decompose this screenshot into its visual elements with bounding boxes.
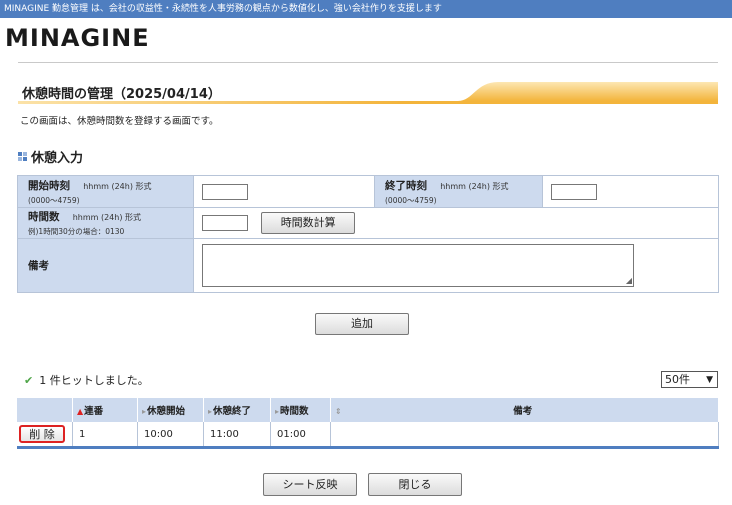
- section-title-text: 休憩入力: [31, 151, 84, 166]
- sort-icon: ▸: [275, 407, 280, 416]
- sort-icon: ▸: [142, 407, 147, 416]
- hours-example: 例)1時間30分の場合：0130: [28, 227, 125, 236]
- sort-icon: ⇕: [335, 407, 342, 416]
- resize-handle-icon[interactable]: ◢: [626, 277, 632, 285]
- start-time-range: (0000～4759): [28, 195, 80, 205]
- minagine-logo: MINAGINE: [5, 24, 150, 52]
- start-time-input[interactable]: [202, 183, 248, 200]
- result-count-text: 1 件ヒットしました。: [39, 374, 149, 387]
- header-end[interactable]: ▸休憩終了: [203, 398, 271, 422]
- per-page-value: 50件: [665, 373, 690, 386]
- start-time-label: 開始時刻: [28, 179, 70, 192]
- start-time-input-cell: [193, 175, 375, 208]
- table-row: 削 除 1 10:00 11:00 01:00: [17, 422, 719, 448]
- header-note[interactable]: ⇕ 備考: [330, 398, 719, 422]
- hours-format: hhmm (24h) 形式: [72, 213, 141, 222]
- per-page-select[interactable]: 50件 ▼: [661, 371, 718, 388]
- header-start[interactable]: ▸休憩開始: [137, 398, 204, 422]
- hours-input[interactable]: [202, 215, 248, 231]
- page-title-bar: 休憩時間の管理（2025/04/14）: [18, 80, 718, 106]
- break-input-form: 開始時刻 hhmm (24h) 形式 (0000～4759) 終了時刻 hhmm…: [17, 175, 719, 293]
- chevron-down-icon: ▼: [706, 375, 713, 385]
- end-time-label-cell: 終了時刻 hhmm (24h) 形式 (0000～4759): [374, 175, 543, 208]
- close-button[interactable]: 閉じる: [368, 473, 462, 496]
- header-blank: [17, 398, 73, 422]
- sort-icon: ▲: [77, 407, 84, 416]
- end-time-input-cell: [542, 175, 719, 208]
- break-list-table: ▲連番 ▸休憩開始 ▸休憩終了 ▸時間数 ⇕ 備考 削 除 1 10:00 11:…: [17, 398, 719, 449]
- sort-icon: ▸: [208, 407, 213, 416]
- header-seq-label: 連番: [84, 406, 104, 417]
- end-time-format: hhmm (24h) 形式: [440, 181, 509, 191]
- end-time-range: (0000～4759): [385, 195, 437, 205]
- sheet-reflect-button[interactable]: シート反映: [263, 473, 357, 496]
- end-cell: 11:00: [203, 422, 271, 448]
- header-seq[interactable]: ▲連番: [72, 398, 138, 422]
- header-divider: [18, 62, 718, 63]
- note-textarea[interactable]: ◢: [202, 244, 634, 287]
- end-time-input[interactable]: [551, 183, 597, 200]
- table-header-row: ▲連番 ▸休憩開始 ▸休憩終了 ▸時間数 ⇕ 備考: [17, 398, 719, 422]
- note-input-cell: ◢: [193, 238, 719, 293]
- hours-label-cell: 時間数 hhmm (24h) 形式 例)1時間30分の場合：0130: [17, 207, 194, 239]
- header-hours-label: 時間数: [280, 406, 309, 417]
- calc-hours-button[interactable]: 時間数計算: [261, 212, 356, 234]
- hours-label: 時間数: [28, 211, 60, 223]
- header-hours[interactable]: ▸時間数: [270, 398, 331, 422]
- start-time-label-cell: 開始時刻 hhmm (24h) 形式 (0000～4759): [17, 175, 194, 208]
- delete-button[interactable]: 削 除: [19, 425, 65, 443]
- header-start-label: 休憩開始: [147, 406, 186, 417]
- hours-cell: 01:00: [270, 422, 331, 448]
- start-time-format: hhmm (24h) 形式: [83, 181, 152, 191]
- page-title: 休憩時間の管理（2025/04/14）: [22, 87, 221, 102]
- header-note-label: 備考: [513, 406, 533, 417]
- note-label-cell: 備考: [17, 238, 194, 293]
- start-cell: 10:00: [137, 422, 204, 448]
- note-label: 備考: [28, 260, 49, 272]
- hours-input-cell: 時間数計算: [193, 207, 719, 239]
- delete-cell: 削 除: [17, 422, 73, 448]
- section-title: 休憩入力: [18, 147, 83, 166]
- grid-icon: [18, 152, 28, 162]
- add-button[interactable]: 追加: [315, 313, 409, 335]
- check-icon: ✔: [24, 374, 34, 387]
- page-description: この画面は、休憩時間数を登録する画面です。: [20, 116, 219, 127]
- seq-cell: 1: [72, 422, 138, 448]
- header-end-label: 休憩終了: [213, 406, 252, 417]
- note-cell: [330, 422, 719, 448]
- result-count: ✔ 1 件ヒットしました。: [24, 372, 149, 388]
- end-time-label: 終了時刻: [385, 179, 427, 192]
- top-banner: MINAGINE 勤怠管理 は、会社の収益性・永続性を人事労務の観点から数値化し…: [0, 0, 732, 18]
